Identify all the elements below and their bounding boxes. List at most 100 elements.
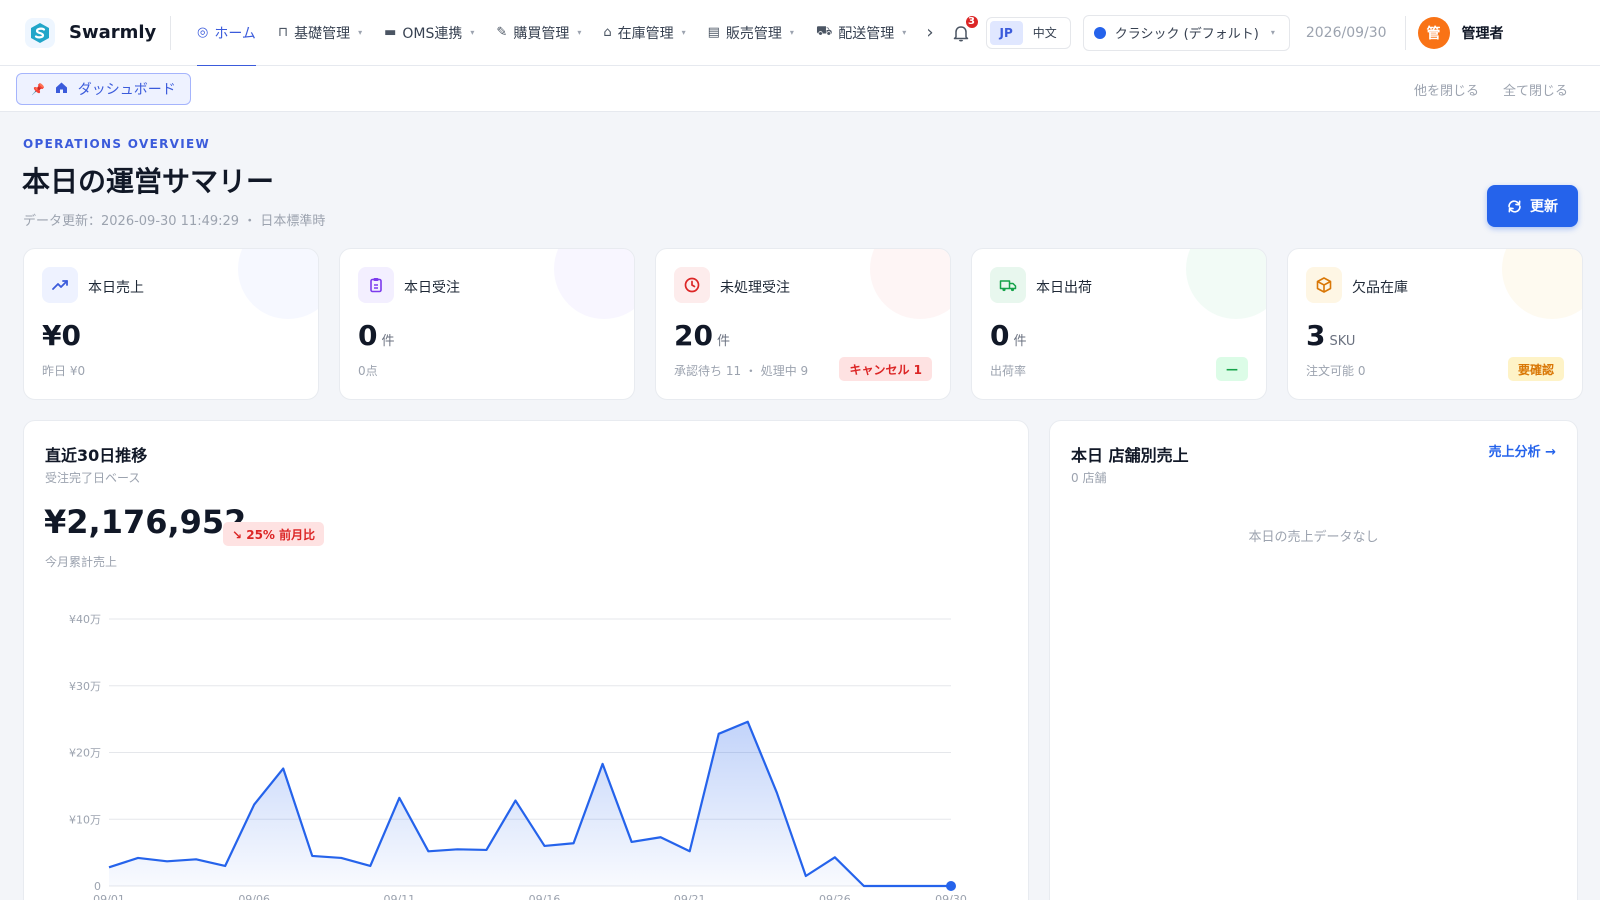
kpi-unit: 件 xyxy=(381,334,395,349)
theme-select[interactable]: クラシック (デフォルト) ▾ xyxy=(1082,14,1290,51)
app-name: Swarmly xyxy=(69,22,157,43)
x-tick-label: 09/16 xyxy=(529,893,561,900)
clock-icon xyxy=(674,267,710,303)
data-point xyxy=(136,856,140,860)
data-point xyxy=(455,847,459,851)
bag-icon: ⊓ xyxy=(277,25,289,40)
data-point xyxy=(426,849,430,853)
data-point xyxy=(194,857,198,861)
notification-bell-icon[interactable]: 3 xyxy=(948,13,980,46)
kpi-value-number: 0 xyxy=(990,319,1010,352)
nav-item-label: 基礎管理 xyxy=(294,25,351,42)
trend-panel: 0 ¥10万 ¥20万 ¥30万 ¥40万 09/01 09/06 09/11 09/16 09/… xyxy=(23,420,1029,900)
kpi-unit: 件 xyxy=(716,334,730,349)
nav-item-3[interactable]: ✎ 購買管理 ▾ xyxy=(496,0,581,66)
data-point xyxy=(891,884,895,888)
pin-icon[interactable]: 📌 xyxy=(31,83,45,96)
warehouse-icon: ⌂ xyxy=(603,25,612,40)
decorative-circle xyxy=(870,249,950,319)
kpi-card[interactable]: 本日受注 0 件 0点 xyxy=(339,248,635,400)
y-tick-label: ¥30万 xyxy=(69,680,101,693)
nav-item-2[interactable]: ▬ OMS連携 ▾ xyxy=(384,0,474,66)
kpi-card[interactable]: 本日売上 ¥0 昨日 ¥0 xyxy=(23,248,319,400)
trend-subtitle: 受注完了日ベース xyxy=(45,471,141,485)
close-others-button[interactable]: 他を閉じる xyxy=(1414,80,1479,99)
trend-up-icon xyxy=(42,267,78,303)
page-subtitle: データ更新：2026-09-30 11:49:29 ・ 日本標準時 xyxy=(23,214,326,229)
nav-item-1[interactable]: ⊓ 基礎管理 ▾ xyxy=(278,0,362,66)
kpi-card[interactable]: 未処理受注 20 件承認待ち 11 ・ 処理中 9 キャンセル 1 xyxy=(655,248,951,400)
data-point xyxy=(775,791,779,795)
kpi-value-number: ¥0 xyxy=(42,319,81,352)
nav-item-6[interactable]: ⛟ 配送管理 ▾ xyxy=(816,0,906,66)
data-point xyxy=(746,720,750,724)
data-point xyxy=(804,874,808,878)
data-point xyxy=(484,848,488,852)
nav-item-label: 購買管理 xyxy=(513,25,570,42)
data-point xyxy=(223,864,227,868)
kpi-card[interactable]: 本日出荷 0 件出荷率 — xyxy=(971,248,1267,400)
decorative-circle xyxy=(554,249,634,319)
kpi-label: 本日受注 xyxy=(404,280,460,296)
data-point xyxy=(572,841,576,845)
tab-bar: 📌 ダッシュボード 他を閉じる 全て閉じる xyxy=(0,66,1600,112)
y-tick-label: ¥10万 xyxy=(69,813,101,826)
close-all-button[interactable]: 全て閉じる xyxy=(1503,80,1568,99)
store-count: 0 店舗 xyxy=(1071,471,1107,485)
current-date: 2026/09/30 xyxy=(1305,24,1387,41)
data-point xyxy=(946,881,956,891)
nav-item-0[interactable]: ◎ ホーム xyxy=(197,0,256,67)
nav-item-label: ホーム xyxy=(214,25,256,42)
lang-option-jp[interactable]: JP xyxy=(989,20,1023,45)
tab-actions: 他を閉じる 全て閉じる xyxy=(1414,80,1568,99)
nav-more-chevron-icon[interactable]: › xyxy=(926,22,933,43)
chevron-down-icon: ▾ xyxy=(681,28,686,37)
lang-option-zh[interactable]: 中文 xyxy=(1023,19,1067,46)
chevron-down-icon: ▾ xyxy=(577,28,582,37)
x-tick-label: 09/06 xyxy=(238,893,270,900)
data-point xyxy=(252,803,256,807)
data-point xyxy=(165,859,169,863)
refresh-button[interactable]: 更新 xyxy=(1487,185,1578,227)
kpi-label: 未処理受注 xyxy=(720,280,790,296)
nav-item-4[interactable]: ⌂ 在庫管理 ▾ xyxy=(603,0,685,66)
chevron-down-icon: ▾ xyxy=(789,28,794,37)
y-tick-label: ¥20万 xyxy=(69,747,101,760)
nav-item-5[interactable]: ▤ 販売管理 ▾ xyxy=(708,0,794,66)
kpi-status-badge: — xyxy=(1216,357,1248,381)
data-point xyxy=(107,865,111,869)
tab-dashboard[interactable]: 📌 ダッシュボード xyxy=(16,73,191,105)
main-nav: ◎ ホーム ⊓ 基礎管理 ▾ ▬ OMS連携 ▾ ✎ 購買管理 ▾ ⌂ 在庫管理 ▾ ▤ 販売管理 ▾ ⛟ 配送管理… xyxy=(197,0,928,67)
data-point xyxy=(397,796,401,800)
home-icon xyxy=(55,81,68,98)
store-sales-panel: 本日 店舗別売上 0 店舗 売上分析 → 本日の売上データなし xyxy=(1049,420,1578,900)
data-point xyxy=(281,767,285,771)
data-point xyxy=(862,884,866,888)
kpi-unit: 件 xyxy=(1013,334,1027,349)
sales-analysis-link[interactable]: 売上分析 → xyxy=(1489,441,1556,460)
kpi-value: ¥0 xyxy=(42,319,85,352)
kpi-footnote: 昨日 ¥0 xyxy=(42,364,86,378)
brand[interactable]: Swarmly xyxy=(25,17,170,48)
user-name[interactable]: 管理者 xyxy=(1462,23,1504,43)
theme-label: クラシック (デフォルト) xyxy=(1114,27,1259,42)
empty-state-message: 本日の売上データなし xyxy=(1248,530,1379,545)
avatar[interactable]: 管 xyxy=(1417,16,1450,49)
data-point xyxy=(543,844,547,848)
chevron-down-icon: ▾ xyxy=(902,28,907,37)
trend-chart[interactable]: 0 ¥10万 ¥20万 ¥30万 ¥40万 09/01 09/06 09/11 09/16 09/… xyxy=(24,421,1029,900)
store-sales-title: 本日 店舗別売上 xyxy=(1071,446,1189,465)
x-tick-label: 09/30 xyxy=(935,893,967,900)
kpi-status-badge: 要確認 xyxy=(1507,357,1564,381)
decorative-circle xyxy=(238,249,318,319)
document-icon: ▤ xyxy=(707,25,720,40)
monthly-sales-total: ¥2,176,952 xyxy=(44,503,247,541)
y-tick-label: ¥40万 xyxy=(69,613,101,626)
kpi-card[interactable]: 欠品在庫 3 SKU 注文可能 0 要確認 xyxy=(1287,248,1583,400)
trend-title: 直近30日推移 xyxy=(45,446,148,465)
chevron-down-icon: ▾ xyxy=(358,28,363,37)
data-point xyxy=(630,840,634,844)
dashboard-icon: ◎ xyxy=(197,25,209,40)
pen-icon: ✎ xyxy=(496,25,508,40)
tab-label: ダッシュボード xyxy=(77,82,176,98)
